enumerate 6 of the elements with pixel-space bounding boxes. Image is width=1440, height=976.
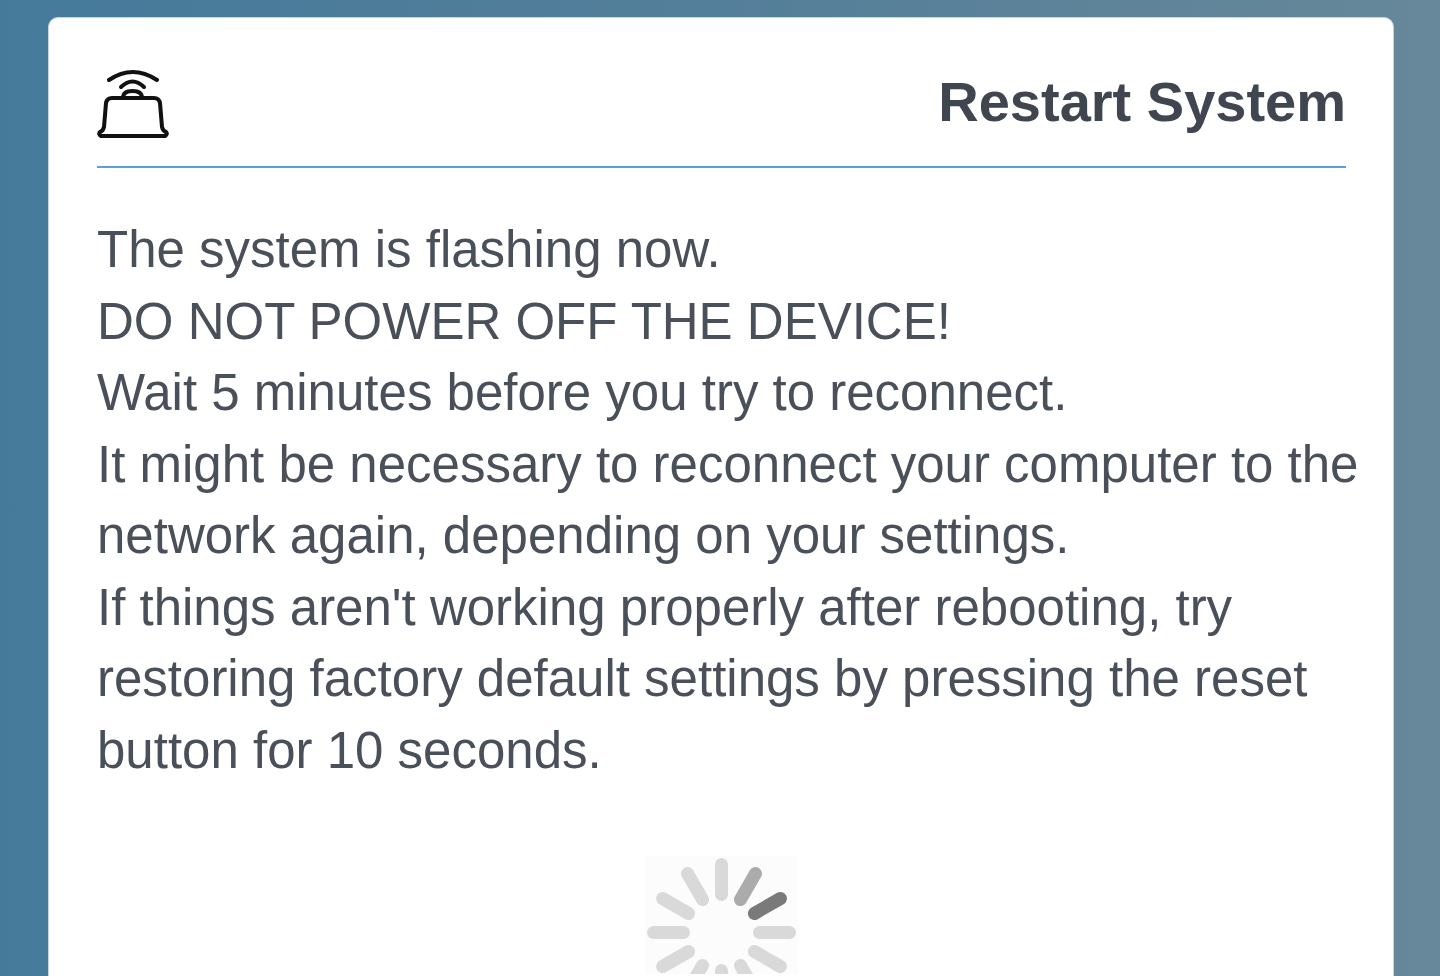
message-text: The system is flashing now. — [97, 220, 722, 280]
dialog-title: Restart System — [938, 69, 1346, 136]
message-text: It might be necessary to reconnect your computer to the network again, depending on your settings. — [97, 434, 1360, 566]
message-text: DO NOT POWER OFF THE DEVICE! — [97, 291, 952, 352]
message-text: If things aren't working properly after rebooting, try restoring factory default settings by pressing the reset button for 10 seconds. — [97, 577, 1309, 781]
message-text: Wait 5 minutes before you try to reconnect. — [97, 363, 1069, 423]
